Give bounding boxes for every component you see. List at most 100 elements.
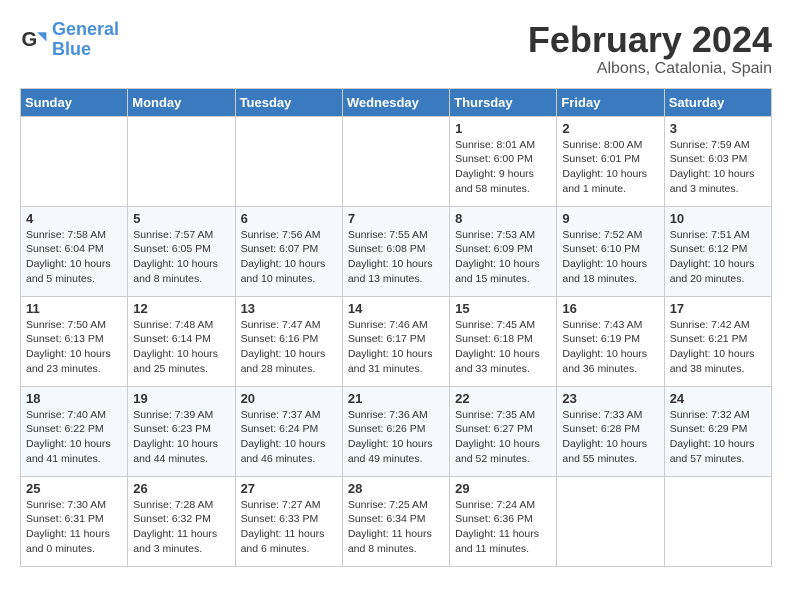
day-info: Sunrise: 7:43 AM Sunset: 6:19 PM Dayligh… bbox=[562, 318, 658, 377]
day-number: 11 bbox=[26, 301, 122, 316]
day-number: 1 bbox=[455, 121, 551, 136]
day-info: Sunrise: 8:00 AM Sunset: 6:01 PM Dayligh… bbox=[562, 138, 658, 197]
day-info: Sunrise: 7:56 AM Sunset: 6:07 PM Dayligh… bbox=[241, 228, 337, 287]
day-number: 12 bbox=[133, 301, 229, 316]
day-number: 19 bbox=[133, 391, 229, 406]
calendar-cell: 14 Sunrise: 7:46 AM Sunset: 6:17 PM Dayli… bbox=[342, 296, 449, 386]
weekday-header-sunday: Sunday bbox=[21, 88, 128, 116]
day-info: Sunrise: 8:01 AM Sunset: 6:00 PM Dayligh… bbox=[455, 138, 551, 197]
day-number: 21 bbox=[348, 391, 444, 406]
day-number: 9 bbox=[562, 211, 658, 226]
day-info: Sunrise: 7:33 AM Sunset: 6:28 PM Dayligh… bbox=[562, 408, 658, 467]
day-info: Sunrise: 7:48 AM Sunset: 6:14 PM Dayligh… bbox=[133, 318, 229, 377]
day-info: Sunrise: 7:28 AM Sunset: 6:32 PM Dayligh… bbox=[133, 498, 229, 557]
day-number: 20 bbox=[241, 391, 337, 406]
svg-text:G: G bbox=[22, 29, 38, 51]
day-info: Sunrise: 7:47 AM Sunset: 6:16 PM Dayligh… bbox=[241, 318, 337, 377]
calendar-cell: 3 Sunrise: 7:59 AM Sunset: 6:03 PM Daylig… bbox=[664, 116, 771, 206]
day-info: Sunrise: 7:36 AM Sunset: 6:26 PM Dayligh… bbox=[348, 408, 444, 467]
weekday-header-thursday: Thursday bbox=[450, 88, 557, 116]
calendar-cell bbox=[235, 116, 342, 206]
day-info: Sunrise: 7:58 AM Sunset: 6:04 PM Dayligh… bbox=[26, 228, 122, 287]
logo-text1: General bbox=[52, 19, 119, 39]
calendar-cell: 2 Sunrise: 8:00 AM Sunset: 6:01 PM Daylig… bbox=[557, 116, 664, 206]
day-info: Sunrise: 7:55 AM Sunset: 6:08 PM Dayligh… bbox=[348, 228, 444, 287]
calendar-cell: 1 Sunrise: 8:01 AM Sunset: 6:00 PM Daylig… bbox=[450, 116, 557, 206]
page-header: G General Blue February 2024 Albons, Cat… bbox=[20, 20, 772, 78]
calendar-cell: 11 Sunrise: 7:50 AM Sunset: 6:13 PM Dayli… bbox=[21, 296, 128, 386]
day-number: 3 bbox=[670, 121, 766, 136]
day-info: Sunrise: 7:30 AM Sunset: 6:31 PM Dayligh… bbox=[26, 498, 122, 557]
calendar-cell bbox=[342, 116, 449, 206]
calendar-cell bbox=[557, 476, 664, 566]
weekday-header-monday: Monday bbox=[128, 88, 235, 116]
day-number: 2 bbox=[562, 121, 658, 136]
day-number: 8 bbox=[455, 211, 551, 226]
calendar-cell: 10 Sunrise: 7:51 AM Sunset: 6:12 PM Dayli… bbox=[664, 206, 771, 296]
day-info: Sunrise: 7:25 AM Sunset: 6:34 PM Dayligh… bbox=[348, 498, 444, 557]
logo: G General Blue bbox=[20, 20, 119, 60]
day-number: 6 bbox=[241, 211, 337, 226]
day-number: 14 bbox=[348, 301, 444, 316]
weekday-header-saturday: Saturday bbox=[664, 88, 771, 116]
calendar-cell: 9Sunrise: 7:52 AM Sunset: 6:10 PM Daylig… bbox=[557, 206, 664, 296]
calendar-cell: 18 Sunrise: 7:40 AM Sunset: 6:22 PM Dayli… bbox=[21, 386, 128, 476]
logo-text: General Blue bbox=[52, 20, 119, 60]
calendar-title: February 2024 bbox=[528, 20, 772, 60]
day-number: 16 bbox=[562, 301, 658, 316]
calendar-subtitle: Albons, Catalonia, Spain bbox=[528, 60, 772, 78]
day-info: Sunrise: 7:37 AM Sunset: 6:24 PM Dayligh… bbox=[241, 408, 337, 467]
calendar-cell: 5Sunrise: 7:57 AM Sunset: 6:05 PM Daylig… bbox=[128, 206, 235, 296]
calendar-cell: 12 Sunrise: 7:48 AM Sunset: 6:14 PM Dayli… bbox=[128, 296, 235, 386]
calendar-cell: 15 Sunrise: 7:45 AM Sunset: 6:18 PM Dayli… bbox=[450, 296, 557, 386]
day-number: 10 bbox=[670, 211, 766, 226]
day-number: 25 bbox=[26, 481, 122, 496]
day-info: Sunrise: 7:46 AM Sunset: 6:17 PM Dayligh… bbox=[348, 318, 444, 377]
weekday-header-tuesday: Tuesday bbox=[235, 88, 342, 116]
day-number: 7 bbox=[348, 211, 444, 226]
day-info: Sunrise: 7:50 AM Sunset: 6:13 PM Dayligh… bbox=[26, 318, 122, 377]
weekday-header-wednesday: Wednesday bbox=[342, 88, 449, 116]
calendar-cell: 4 Sunrise: 7:58 AM Sunset: 6:04 PM Daylig… bbox=[21, 206, 128, 296]
day-number: 26 bbox=[133, 481, 229, 496]
day-number: 27 bbox=[241, 481, 337, 496]
calendar-cell: 6 Sunrise: 7:56 AM Sunset: 6:07 PM Daylig… bbox=[235, 206, 342, 296]
logo-text2: Blue bbox=[52, 39, 91, 59]
calendar-cell: 7 Sunrise: 7:55 AM Sunset: 6:08 PM Daylig… bbox=[342, 206, 449, 296]
calendar-cell: 13 Sunrise: 7:47 AM Sunset: 6:16 PM Dayli… bbox=[235, 296, 342, 386]
day-number: 17 bbox=[670, 301, 766, 316]
day-number: 4 bbox=[26, 211, 122, 226]
calendar-cell: 23 Sunrise: 7:33 AM Sunset: 6:28 PM Dayli… bbox=[557, 386, 664, 476]
day-info: Sunrise: 7:40 AM Sunset: 6:22 PM Dayligh… bbox=[26, 408, 122, 467]
calendar-cell bbox=[21, 116, 128, 206]
day-info: Sunrise: 7:57 AM Sunset: 6:05 PM Dayligh… bbox=[133, 228, 229, 287]
calendar-cell: 17 Sunrise: 7:42 AM Sunset: 6:21 PM Dayli… bbox=[664, 296, 771, 386]
calendar-cell: 21 Sunrise: 7:36 AM Sunset: 6:26 PM Dayli… bbox=[342, 386, 449, 476]
title-area: February 2024 Albons, Catalonia, Spain bbox=[528, 20, 772, 78]
day-info: Sunrise: 7:27 AM Sunset: 6:33 PM Dayligh… bbox=[241, 498, 337, 557]
day-number: 29 bbox=[455, 481, 551, 496]
day-info: Sunrise: 7:51 AM Sunset: 6:12 PM Dayligh… bbox=[670, 228, 766, 287]
day-info: Sunrise: 7:45 AM Sunset: 6:18 PM Dayligh… bbox=[455, 318, 551, 377]
day-info: Sunrise: 7:24 AM Sunset: 6:36 PM Dayligh… bbox=[455, 498, 551, 557]
calendar-cell: 20 Sunrise: 7:37 AM Sunset: 6:24 PM Dayli… bbox=[235, 386, 342, 476]
day-info: Sunrise: 7:42 AM Sunset: 6:21 PM Dayligh… bbox=[670, 318, 766, 377]
calendar-table: SundayMondayTuesdayWednesdayThursdayFrid… bbox=[20, 88, 772, 567]
day-number: 15 bbox=[455, 301, 551, 316]
calendar-cell: 27 Sunrise: 7:27 AM Sunset: 6:33 PM Dayli… bbox=[235, 476, 342, 566]
day-number: 13 bbox=[241, 301, 337, 316]
day-info: Sunrise: 7:59 AM Sunset: 6:03 PM Dayligh… bbox=[670, 138, 766, 197]
day-info: Sunrise: 7:35 AM Sunset: 6:27 PM Dayligh… bbox=[455, 408, 551, 467]
day-number: 24 bbox=[670, 391, 766, 406]
calendar-cell: 26 Sunrise: 7:28 AM Sunset: 6:32 PM Dayli… bbox=[128, 476, 235, 566]
day-info: Sunrise: 7:32 AM Sunset: 6:29 PM Dayligh… bbox=[670, 408, 766, 467]
day-number: 28 bbox=[348, 481, 444, 496]
calendar-cell: 22 Sunrise: 7:35 AM Sunset: 6:27 PM Dayli… bbox=[450, 386, 557, 476]
day-number: 22 bbox=[455, 391, 551, 406]
calendar-cell: 25 Sunrise: 7:30 AM Sunset: 6:31 PM Dayli… bbox=[21, 476, 128, 566]
day-number: 18 bbox=[26, 391, 122, 406]
calendar-cell: 19 Sunrise: 7:39 AM Sunset: 6:23 PM Dayli… bbox=[128, 386, 235, 476]
calendar-cell: 28 Sunrise: 7:25 AM Sunset: 6:34 PM Dayli… bbox=[342, 476, 449, 566]
day-info: Sunrise: 7:39 AM Sunset: 6:23 PM Dayligh… bbox=[133, 408, 229, 467]
day-number: 23 bbox=[562, 391, 658, 406]
